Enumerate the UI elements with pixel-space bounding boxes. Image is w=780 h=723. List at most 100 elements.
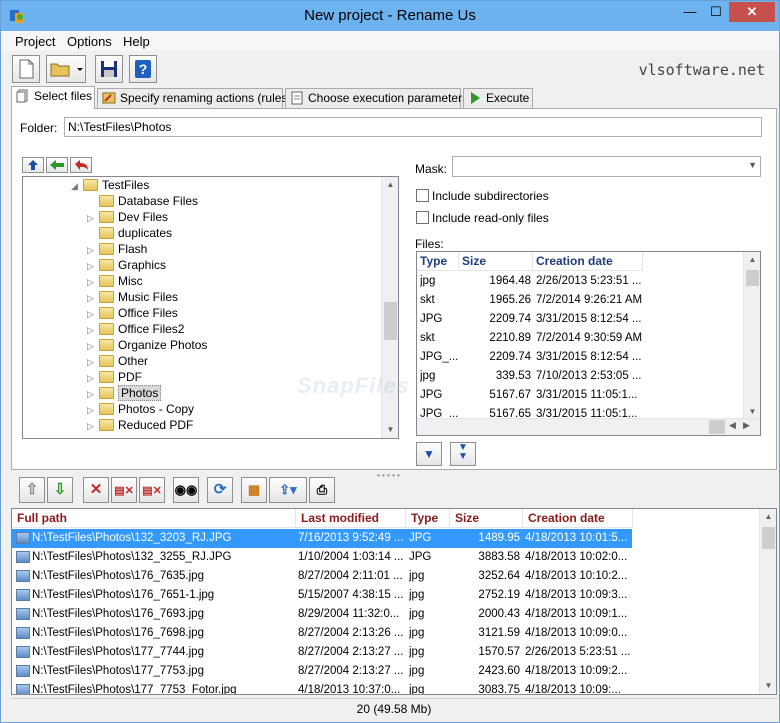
tree-item[interactable]: ▷ Reduced PDF: [87, 417, 193, 433]
scroll-up-icon[interactable]: ▲: [744, 252, 760, 268]
scroll-up-icon[interactable]: ▲: [382, 177, 398, 193]
files-cell[interactable]: 7/2/2014 9:26:21 AM: [536, 291, 643, 310]
expand-icon[interactable]: ▷: [87, 386, 99, 402]
scroll-down-icon[interactable]: ▼: [760, 678, 776, 694]
remove-selected-button[interactable]: ▤✕: [111, 477, 137, 503]
tree-item[interactable]: ▷ Office Files2: [87, 321, 184, 337]
files-col-type[interactable]: Type: [417, 252, 459, 271]
grid-row[interactable]: N:\TestFiles\Photos\176_7651-1.jpg 5/15/2…: [12, 586, 632, 605]
expand-icon[interactable]: ▷: [87, 418, 99, 434]
include-subdirectories-checkbox[interactable]: [416, 189, 429, 202]
help-button[interactable]: ?: [129, 55, 157, 83]
splitter-grip[interactable]: • • • • •: [377, 471, 400, 480]
print-button[interactable]: ⎙: [309, 477, 335, 503]
grid-col-modified[interactable]: Last modified date: [296, 509, 406, 544]
files-cell[interactable]: JPG: [420, 386, 458, 405]
tree-item[interactable]: ▷ PDF: [87, 369, 142, 385]
files-cell[interactable]: JPG_...: [420, 348, 458, 367]
files-cell[interactable]: skt: [420, 329, 458, 348]
files-cell[interactable]: 3/31/2015 11:05:1...: [536, 386, 643, 405]
tree-item[interactable]: ▷ Music Files: [87, 289, 178, 305]
expand-icon[interactable]: ▷: [87, 338, 99, 354]
files-cell[interactable]: JPG: [420, 310, 458, 329]
tab-execution-parameters[interactable]: Choose execution parameters: [285, 88, 468, 108]
move-up-button[interactable]: ⇧: [19, 477, 45, 503]
files-cell[interactable]: 339.53: [459, 367, 531, 386]
files-cell[interactable]: 2/26/2013 5:23:51 ...: [536, 272, 643, 291]
back-folder-button[interactable]: [46, 157, 68, 173]
files-cell[interactable]: 2209.74: [459, 348, 531, 367]
grid-col-full-path[interactable]: Full path: [12, 509, 296, 528]
parent-folder-button[interactable]: [22, 157, 44, 173]
scroll-down-icon[interactable]: ▼: [382, 422, 398, 438]
files-cell[interactable]: 3/31/2015 8:12:54 ...: [536, 348, 643, 367]
grid-col-size[interactable]: Size: [450, 509, 523, 528]
grid-row[interactable]: N:\TestFiles\Photos\177_7753_Fotor.jpg 4/…: [12, 681, 632, 694]
close-button[interactable]: ✕: [729, 2, 775, 22]
tree-item[interactable]: ▷ Organize Photos: [87, 337, 207, 353]
expand-icon[interactable]: ▷: [87, 258, 99, 274]
files-cell[interactable]: 2209.74: [459, 310, 531, 329]
scroll-up-icon[interactable]: ▲: [760, 509, 776, 525]
tree-item[interactable]: ▷ Photos: [87, 385, 162, 402]
title-bar[interactable]: New project - Rename Us — ☐ ✕: [1, 1, 779, 31]
tab-execute[interactable]: Execute: [463, 88, 533, 108]
expand-icon[interactable]: ▷: [87, 322, 99, 338]
grid-row[interactable]: N:\TestFiles\Photos\177_7753.jpg 8/27/200…: [12, 662, 632, 681]
files-table[interactable]: Type Size Creation date jpg 1964.48 2/26/2…: [416, 251, 761, 436]
scroll-thumb[interactable]: [384, 302, 397, 340]
grid-row[interactable]: N:\TestFiles\Photos\176_7698.jpg 8/27/200…: [12, 624, 632, 643]
scroll-thumb[interactable]: [762, 527, 775, 549]
files-cell[interactable]: 7/10/2013 2:53:05 ...: [536, 367, 643, 386]
remove-button[interactable]: ✕: [83, 477, 109, 503]
menu-options[interactable]: Options: [67, 34, 112, 49]
files-hscrollbar[interactable]: ◀ ▶: [417, 418, 760, 435]
files-col-size[interactable]: Size: [459, 252, 533, 271]
files-cell[interactable]: 1965.26: [459, 291, 531, 310]
files-cell[interactable]: 2210.89: [459, 329, 531, 348]
open-project-button[interactable]: [46, 55, 86, 83]
files-cell[interactable]: jpg: [420, 272, 458, 291]
grid-col-creation[interactable]: Creation date: [523, 509, 633, 528]
new-project-button[interactable]: [12, 55, 40, 83]
selected-files-grid[interactable]: Full path Last modified date Type Size C…: [11, 508, 777, 695]
tree-item[interactable]: ▷ Other: [87, 353, 148, 369]
tree-item[interactable]: ▷ Photos - Copy: [87, 401, 194, 417]
folder-input[interactable]: N:\TestFiles\Photos: [64, 117, 762, 137]
move-down-button[interactable]: ⇩: [47, 477, 73, 503]
menu-help[interactable]: Help: [123, 34, 150, 49]
files-cell[interactable]: 7/2/2014 9:30:59 AM: [536, 329, 643, 348]
refresh-button[interactable]: ⟳: [207, 477, 233, 503]
expand-icon[interactable]: ▷: [87, 354, 99, 370]
scroll-left-icon[interactable]: ◀: [729, 420, 736, 431]
tree-item[interactable]: ▷ Flash: [87, 241, 147, 257]
files-cell[interactable]: jpg: [420, 367, 458, 386]
grid-scrollbar[interactable]: ▲ ▼: [759, 509, 776, 694]
files-cell[interactable]: 3/31/2015 8:12:54 ...: [536, 310, 643, 329]
expand-icon[interactable]: ▷: [87, 290, 99, 306]
grid-row[interactable]: N:\TestFiles\Photos\176_7693.jpg 8/29/200…: [12, 605, 632, 624]
tree-item[interactable]: ▷ Graphics: [87, 257, 166, 273]
menu-project[interactable]: Project: [15, 34, 55, 49]
tab-select-files[interactable]: Select files: [11, 86, 95, 109]
tree-item[interactable]: ▷ Office Files: [87, 305, 178, 321]
grid-row[interactable]: N:\TestFiles\Photos\176_7635.jpg 8/27/200…: [12, 567, 632, 586]
add-selected-button[interactable]: ▼: [416, 442, 442, 466]
files-cell[interactable]: 1964.48: [459, 272, 531, 291]
grid-row[interactable]: N:\TestFiles\Photos\132_3255_RJ.JPG 1/10/…: [12, 548, 632, 567]
mask-select[interactable]: ▼: [452, 156, 761, 177]
save-project-button[interactable]: [95, 55, 123, 83]
include-readonly-checkbox[interactable]: [416, 211, 429, 224]
undo-folder-button[interactable]: [70, 157, 92, 173]
grid-col-type[interactable]: Type: [406, 509, 450, 528]
expand-icon[interactable]: ▷: [87, 274, 99, 290]
tree-item[interactable]: ▷ Dev Files: [87, 209, 168, 225]
add-all-button[interactable]: ▼ ▼: [450, 442, 476, 466]
folder-tree[interactable]: ◢ TestFiles Database Files ▷ Dev Files dupli…: [22, 176, 399, 439]
files-cell[interactable]: skt: [420, 291, 458, 310]
files-col-creation-date[interactable]: Creation date: [533, 252, 643, 271]
scroll-thumb[interactable]: [746, 270, 759, 286]
expand-icon[interactable]: ▷: [87, 210, 99, 226]
tree-item[interactable]: Database Files: [87, 193, 198, 209]
tree-item[interactable]: ▷ Misc: [87, 273, 143, 289]
